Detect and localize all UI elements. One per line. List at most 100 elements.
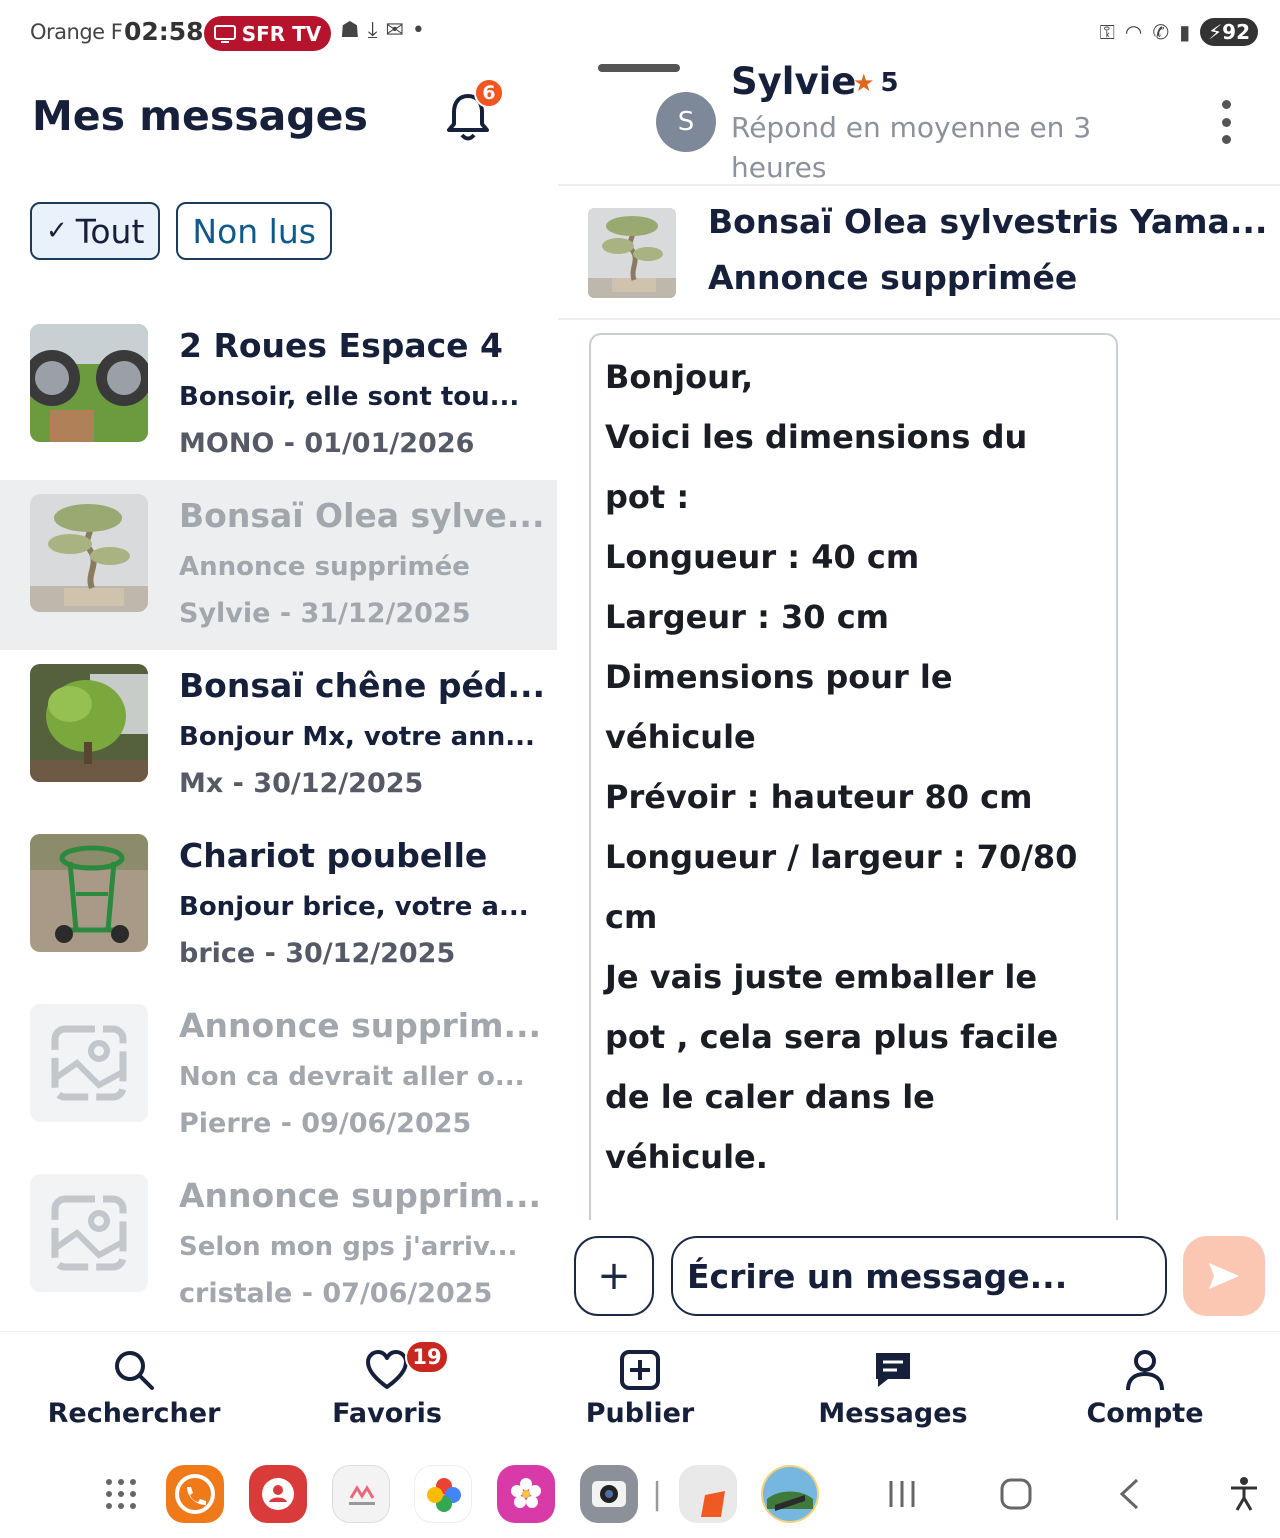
tv-label: SFR TV — [241, 21, 322, 46]
conversation-item[interactable]: Annonce supprim... Non ca devrait aller … — [0, 990, 557, 1160]
battery-level: 92 — [1222, 20, 1250, 44]
message-composer: + — [558, 1220, 1280, 1331]
oak-photo — [30, 664, 148, 782]
listing-photo — [588, 208, 676, 298]
avatar[interactable]: S — [656, 92, 716, 152]
conversation-meta: Sylvie - 31/12/2025 — [179, 598, 471, 629]
call-icon: ✆ — [1152, 20, 1170, 44]
system-icons: ⚿ ◠ ✆ ▮ ⚡92 — [1100, 18, 1258, 46]
notification-badge: 6 — [474, 78, 504, 108]
conversation-snippet: Non ca devrait aller o... — [179, 1062, 525, 1092]
nav-search[interactable]: Rechercher — [34, 1346, 234, 1429]
system-dock: | — [0, 1445, 1280, 1538]
photos-app-icon[interactable] — [414, 1465, 472, 1523]
message-line: de le caler dans le véhicule. — [605, 1078, 946, 1176]
message-line: cm — [605, 898, 658, 936]
recent-app-icon[interactable] — [679, 1465, 737, 1523]
conversation-title: 2 Roues Espace 4 — [179, 326, 504, 365]
phone-app-icon[interactable] — [166, 1465, 224, 1523]
chat-icon — [876, 1353, 910, 1387]
filter-chips: ✓ Tout Non lus — [30, 202, 332, 260]
search-icon — [115, 1351, 154, 1390]
conversation-list: 2 Roues Espace 4 Bonsoir, elle sont tou.… — [0, 310, 557, 1330]
tv-icon — [213, 24, 236, 43]
bonsai-photo — [30, 494, 148, 612]
app-drawer-icon[interactable] — [100, 1465, 142, 1523]
nav-label: Messages — [818, 1398, 968, 1429]
listing-title: Bonsaï Olea sylvestris Yama... — [708, 202, 1268, 241]
contact-rating: ★ 5 — [853, 68, 899, 98]
kebab-dot-icon — [1221, 100, 1231, 109]
conversation-meta: cristale - 07/06/2025 — [179, 1278, 493, 1309]
contact-name[interactable]: Sylvie — [731, 60, 856, 103]
filter-all[interactable]: ✓ Tout — [30, 202, 161, 260]
dock-divider: | — [651, 1476, 663, 1512]
heart-icon — [366, 1350, 408, 1389]
star-icon: ★ — [853, 69, 875, 97]
conversation-snippet: Bonjour Mx, votre ann... — [179, 722, 535, 752]
contacts-app-icon[interactable] — [249, 1465, 307, 1523]
conversation-snippet: Bonjour brice, votre a... — [179, 892, 529, 922]
accessibility-icon[interactable] — [1226, 1465, 1262, 1523]
dot-icon: • — [411, 18, 425, 43]
conversation-meta: Mx - 30/12/2025 — [179, 768, 424, 799]
mail-icon: ✉ — [385, 18, 404, 43]
snapchat-icon: ☗ — [340, 18, 360, 43]
back-button[interactable] — [1112, 1465, 1146, 1523]
more-options-button[interactable] — [1214, 100, 1238, 144]
key-icon: ⚿ — [1099, 20, 1115, 44]
send-button[interactable] — [1183, 1236, 1265, 1316]
conversation-snippet: Bonsoir, elle sont tou... — [179, 382, 520, 412]
user-icon — [1126, 1350, 1164, 1391]
conversation-item[interactable]: 2 Roues Espace 4 Bonsoir, elle sont tou.… — [0, 310, 557, 480]
filter-unread-label: Non lus — [192, 211, 316, 251]
conversation-item[interactable]: Annonce supprim... Selon mon gps j'arriv… — [0, 1160, 557, 1330]
download-icon: ⤓ — [367, 18, 378, 43]
nav-label: Rechercher — [47, 1398, 221, 1429]
nav-label: Favoris — [332, 1398, 442, 1429]
message-line: Longueur / largeur : 70/80 — [605, 838, 1078, 876]
signal-icon: ▮ — [1179, 20, 1191, 44]
conversation-item-selected[interactable]: Bonsaï Olea sylve... Annonce supprimée S… — [0, 480, 557, 650]
conversation-meta: Pierre - 09/06/2025 — [179, 1108, 472, 1139]
home-button[interactable] — [996, 1465, 1036, 1523]
message-line: pot , cela sera plus facile — [605, 1018, 1059, 1056]
add-attachment-button[interactable]: + — [574, 1236, 654, 1316]
sfr-tv-pill: SFR TV — [204, 16, 331, 51]
conversation-meta: MONO - 01/01/2026 — [179, 428, 475, 459]
conversation-snippet: Selon mon gps j'arriv... — [179, 1232, 518, 1262]
nav-publish[interactable]: Publier — [540, 1346, 740, 1429]
rating-value: 5 — [880, 68, 899, 98]
conversation-title: Chariot poubelle — [179, 836, 488, 875]
camera-app-icon[interactable] — [580, 1465, 638, 1523]
favorites-badge: 19 — [405, 1340, 449, 1374]
family-album-app-icon[interactable] — [332, 1465, 390, 1523]
filter-unread[interactable]: Non lus — [176, 202, 332, 260]
image-placeholder-icon — [30, 1004, 148, 1122]
image-placeholder-icon — [30, 1174, 148, 1292]
game-app-icon[interactable] — [761, 1465, 819, 1523]
drag-handle[interactable] — [598, 64, 680, 72]
message-bubble: Bonjour, Voici les dimensions du pot : L… — [589, 333, 1118, 1233]
page-title: Mes messages — [32, 92, 368, 140]
conversation-title: Bonsaï chêne péd... — [179, 666, 546, 705]
message-line: pot : — [605, 478, 690, 516]
nav-messages[interactable]: Messages — [793, 1346, 993, 1429]
nav-account[interactable]: Compte — [1045, 1346, 1245, 1429]
message-line: Voici les dimensions du — [605, 418, 1028, 456]
nav-favorites[interactable]: 19 Favoris — [287, 1340, 487, 1429]
message-line: Bonjour, — [605, 358, 754, 396]
wifi-icon: ◠ — [1124, 20, 1143, 44]
gallery-app-icon[interactable] — [497, 1465, 555, 1523]
conversation-item[interactable]: Chariot poubelle Bonjour brice, votre a.… — [0, 820, 557, 990]
listing-banner[interactable]: Bonsaï Olea sylvestris Yama... Annonce s… — [558, 184, 1280, 320]
conversation-title: Annonce supprim... — [179, 1176, 542, 1215]
message-input[interactable] — [671, 1236, 1167, 1316]
send-icon — [1209, 1263, 1239, 1289]
conversation-item[interactable]: Bonsaï chêne péd... Bonjour Mx, votre an… — [0, 650, 557, 820]
message-line: Prévoir : hauteur 80 cm — [605, 778, 1033, 816]
message-line: Largeur : 30 cm — [605, 598, 889, 636]
conversation-meta: brice - 30/12/2025 — [179, 938, 456, 969]
recents-button[interactable] — [882, 1465, 922, 1523]
filter-all-label: Tout — [75, 211, 145, 251]
